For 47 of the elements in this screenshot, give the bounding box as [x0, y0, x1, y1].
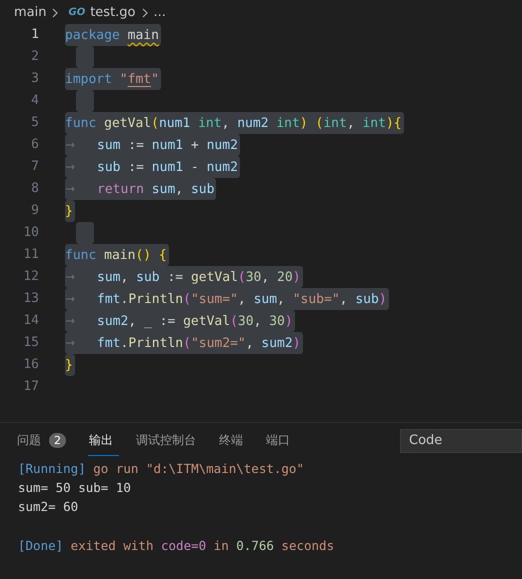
- panel-tab[interactable]: 终端: [218, 425, 249, 456]
- code-line: import "fmt": [65, 72, 159, 86]
- line-number: 4: [30, 92, 39, 110]
- code-line: package main: [65, 28, 159, 42]
- line-number: 8: [30, 180, 39, 198]
- line-number: 7: [30, 158, 39, 176]
- code-line: sum2, _ := getVal(30, 30): [97, 314, 293, 328]
- code-line: sub := num1 - num2: [97, 160, 238, 174]
- line-number: 14: [22, 312, 39, 330]
- go-file-icon: GO: [64, 7, 86, 18]
- code-line: sum, sub := getVal(30, 20): [97, 270, 301, 284]
- code-line: fmt.Println("sum=", sum, "sub=", sub): [97, 292, 387, 306]
- panel-tab[interactable]: 输出: [88, 425, 119, 456]
- code-line: func main() {: [65, 248, 167, 262]
- code-line: func getVal(num1 int, num2 int) (int, int){: [65, 116, 402, 130]
- panel-tab[interactable]: 调试控制台: [135, 425, 202, 456]
- line-number: 13: [22, 290, 39, 308]
- code-line: return sum, sub: [97, 182, 214, 196]
- code-line: }: [65, 358, 73, 372]
- breadcrumb-more[interactable]: ...: [154, 5, 166, 20]
- line-number: 9: [30, 202, 39, 220]
- line-number: 6: [30, 136, 39, 154]
- code-line: fmt.Println("sum2=", sum2): [97, 336, 301, 350]
- chevron-icon: [140, 8, 149, 18]
- output-line: [Done] exited with code=0 in 0.766 seconds: [18, 538, 334, 553]
- code-line: }: [65, 204, 73, 218]
- line-number: 15: [22, 334, 39, 352]
- line-number: 12: [22, 268, 39, 286]
- count-badge: 2: [49, 433, 66, 448]
- line-number: 3: [30, 70, 39, 88]
- line-number: 5: [30, 114, 39, 132]
- line-number: 10: [22, 224, 39, 242]
- breadcrumb-folder[interactable]: main: [14, 5, 46, 20]
- line-number: 2: [30, 48, 39, 66]
- panel-tab[interactable]: 问题 2: [16, 425, 72, 456]
- output-line: [Running] go run "d:\ITM\main\test.go": [18, 461, 304, 476]
- line-number: 16: [22, 356, 39, 374]
- code-line: sum := num1 + num2: [97, 138, 238, 152]
- breadcrumb-file[interactable]: test.go: [90, 5, 136, 20]
- chevron-icon: [51, 8, 60, 18]
- line-number: 1: [30, 26, 39, 44]
- output-channel-select[interactable]: Code: [400, 428, 522, 452]
- panel-tab[interactable]: 端口: [265, 425, 296, 456]
- line-number: 17: [22, 378, 39, 396]
- output-line: sum= 50 sub= 10: [18, 480, 131, 496]
- output-line: sum2= 60: [18, 499, 78, 514]
- line-number: 11: [22, 246, 39, 264]
